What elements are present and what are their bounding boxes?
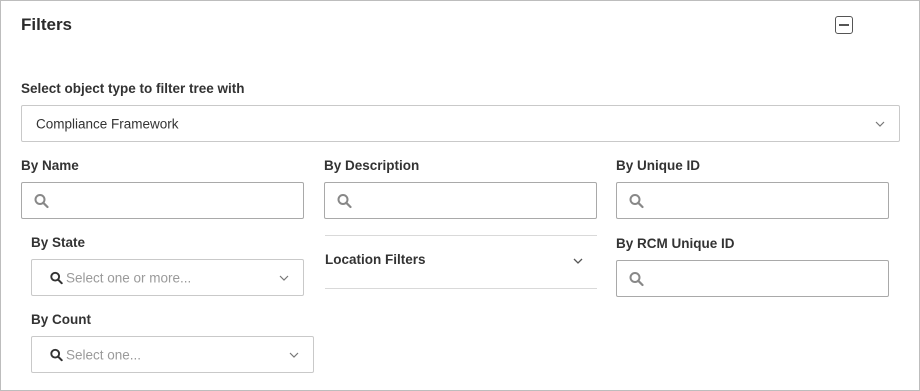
collapse-icon[interactable] [835,16,853,34]
search-icon [34,193,49,208]
by-description-input[interactable] [324,182,597,219]
object-type-label: Select object type to filter tree with [21,81,245,96]
by-description-label: By Description [324,158,420,173]
by-rcm-unique-id-input[interactable] [616,260,889,297]
chevron-down-icon [875,121,885,127]
location-filters-label: Location Filters [325,252,426,267]
panel-title: Filters [21,15,73,34]
by-count-placeholder: Select one... [66,347,142,362]
filters-panel: Filters Select object type to filter tre… [0,0,920,391]
location-filters-toggle[interactable]: Location Filters [325,236,597,288]
by-name-label: By Name [21,158,79,173]
by-name-input[interactable] [21,182,304,219]
object-type-value: Compliance Framework [36,116,179,131]
search-icon [629,193,644,208]
by-rcm-unique-id-label: By RCM Unique ID [616,236,735,251]
search-icon [629,271,644,286]
chevron-down-icon [573,258,583,264]
by-unique-id-label: By Unique ID [616,158,701,173]
by-unique-id-input[interactable] [616,182,889,219]
by-count-select[interactable]: Select one... [31,336,314,373]
by-state-placeholder: Select one or more... [66,270,192,285]
search-icon [50,348,63,361]
object-type-select[interactable]: Compliance Framework [21,105,900,142]
by-state-label: By State [31,235,86,250]
by-state-select[interactable]: Select one or more... [31,259,304,296]
location-filters-divider-bottom [325,288,597,289]
search-icon [50,271,63,284]
search-icon [337,193,352,208]
by-count-label: By Count [31,312,91,327]
chevron-down-icon [289,352,299,358]
chevron-down-icon [279,275,289,281]
